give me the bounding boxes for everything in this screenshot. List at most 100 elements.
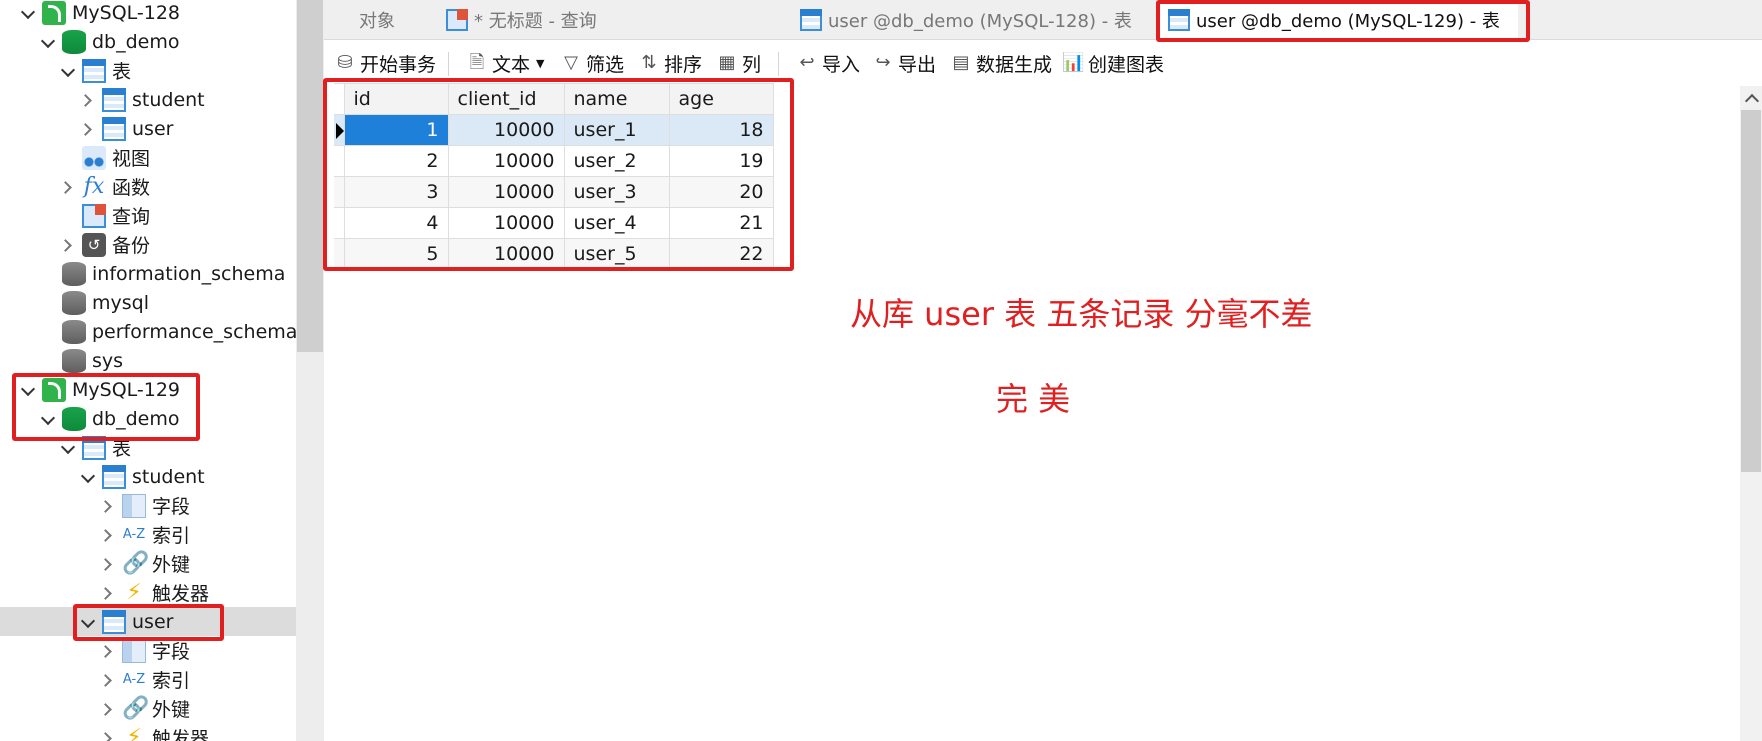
cell-age[interactable]: 20 [668,176,774,208]
tree-tables-129[interactable]: 表 [0,433,296,462]
tree-functions-128[interactable]: fx 函数 [0,172,296,201]
tree-views-128[interactable]: 视图 [0,143,296,172]
database-icon [62,406,86,431]
tab-user-129[interactable]: user @db_demo (MySQL-129) - 表 [1158,0,1518,40]
row-header[interactable] [334,238,345,270]
export-button[interactable]: ↪ 导出 [872,48,936,78]
chevron-right-icon[interactable] [60,179,76,195]
cell-age[interactable]: 18 [668,114,774,146]
tree-table-user-128[interactable]: user [0,114,296,143]
chevron-right-icon[interactable] [60,237,76,253]
row-header[interactable] [334,176,345,208]
tree-db-performance-schema[interactable]: performance_schema [0,317,296,346]
chevron-down-icon[interactable] [60,63,76,79]
columns-button[interactable]: ▦ 列 [716,48,761,78]
chevron-right-icon[interactable] [100,730,116,741]
chevron-down-icon[interactable] [80,469,96,485]
cell-age[interactable]: 19 [668,145,774,177]
chevron-down-icon[interactable] [60,440,76,456]
current-row-indicator-icon[interactable] [334,114,345,146]
tree-student-fields[interactable]: 字段 [0,491,296,520]
tree-table-student-128[interactable]: student [0,85,296,114]
cell-age[interactable]: 22 [668,238,774,270]
column-header-age[interactable]: age [668,83,774,115]
tree-backups-128[interactable]: ↺ 备份 [0,230,296,259]
tree-table-user-129[interactable]: user [0,607,296,636]
table-row[interactable]: 3 10000 user_3 20 [334,176,774,208]
table-row[interactable]: 4 10000 user_4 21 [334,207,774,239]
tree-user-indexes[interactable]: A-Z 索引 [0,665,296,694]
chevron-down-icon[interactable] [40,411,56,427]
table-row[interactable]: 2 10000 user_2 19 [334,145,774,177]
tab-user-128[interactable]: user @db_demo (MySQL-128) - 表 [800,0,1180,40]
chevron-down-icon[interactable] [80,614,96,630]
chevron-down-icon[interactable] [20,382,36,398]
tab-objects[interactable]: 对象 [324,0,430,40]
begin-transaction-button[interactable]: ⛁ 开始事务 [334,48,436,78]
cell-client-id[interactable]: 10000 [447,238,565,270]
row-header[interactable] [334,207,345,239]
tree-student-indexes[interactable]: A-Z 索引 [0,520,296,549]
table-row[interactable]: 5 10000 user_5 22 [334,238,774,270]
cell-name[interactable]: user_4 [563,207,670,239]
cell-name[interactable]: user_2 [563,145,670,177]
tree-queries-128[interactable]: 查询 [0,201,296,230]
chevron-right-icon[interactable] [100,527,116,543]
chevron-right-icon[interactable] [100,672,116,688]
main-scrollbar-thumb[interactable] [1741,110,1761,472]
import-button[interactable]: ↩ 导入 [796,48,860,78]
chevron-right-icon[interactable] [100,585,116,601]
text-view-button[interactable]: 🗎 文本 ▼ [466,48,545,78]
tree-user-triggers[interactable]: ⚡ 触发器 [0,723,296,741]
cell-name[interactable]: user_5 [563,238,670,270]
tree-conn-mysql-129[interactable]: MySQL-129 [0,375,296,404]
tree-db-mysql[interactable]: mysql [0,288,296,317]
column-header-id[interactable]: id [343,83,449,115]
cell-name[interactable]: user_3 [563,176,670,208]
tree-tables-128[interactable]: 表 [0,56,296,85]
cell-name[interactable]: user_1 [563,114,670,146]
create-chart-button[interactable]: 📊 创建图表 [1062,48,1164,78]
tree-user-fields[interactable]: 字段 [0,636,296,665]
sidebar-scrollbar-thumb[interactable] [297,0,323,352]
data-generation-button[interactable]: ▤ 数据生成 [950,48,1052,78]
cell-client-id[interactable]: 10000 [447,114,565,146]
cell-age[interactable]: 21 [668,207,774,239]
chevron-right-icon[interactable] [100,643,116,659]
cell-client-id[interactable]: 10000 [447,176,565,208]
chevron-right-icon[interactable] [100,556,116,572]
tree-student-triggers[interactable]: ⚡ 触发器 [0,578,296,607]
row-header[interactable] [334,145,345,177]
tree-db-demo-128[interactable]: db_demo [0,27,296,56]
chevron-right-icon[interactable] [100,498,116,514]
cell-id[interactable]: 1 [343,114,449,146]
toolbar-label: 排序 [664,53,703,76]
cell-client-id[interactable]: 10000 [447,145,565,177]
tree-table-student-129[interactable]: student [0,462,296,491]
tree-db-demo-129[interactable]: db_demo [0,404,296,433]
cell-id[interactable]: 4 [343,207,449,239]
column-header-client-id[interactable]: client_id [447,83,565,115]
chevron-right-icon[interactable] [80,121,96,137]
chevron-down-icon[interactable] [40,34,56,50]
table-row[interactable]: 1 10000 user_1 18 [334,114,774,146]
tab-untitled-query[interactable]: * 无标题 - 查询 [434,0,814,40]
cell-id[interactable]: 2 [343,145,449,177]
cell-client-id[interactable]: 10000 [447,207,565,239]
filter-button[interactable]: ▽ 筛选 [560,48,624,78]
column-header-name[interactable]: name [563,83,670,115]
tree-user-foreign-keys[interactable]: 🔗 外键 [0,694,296,723]
scroll-up-icon[interactable] [1741,88,1761,108]
tree-db-information-schema[interactable]: information_schema [0,259,296,288]
table-icon [102,609,126,634]
chevron-right-icon[interactable] [100,701,116,717]
chart-icon: 📊 [1062,52,1085,73]
sort-button[interactable]: ⇅ 排序 [638,48,702,78]
chevron-right-icon[interactable] [80,92,96,108]
cell-id[interactable]: 3 [343,176,449,208]
tree-db-sys[interactable]: sys [0,346,296,375]
tree-conn-mysql-128[interactable]: MySQL-128 [0,0,296,27]
cell-id[interactable]: 5 [343,238,449,270]
tree-student-foreign-keys[interactable]: 🔗 外键 [0,549,296,578]
chevron-down-icon[interactable] [20,5,36,21]
